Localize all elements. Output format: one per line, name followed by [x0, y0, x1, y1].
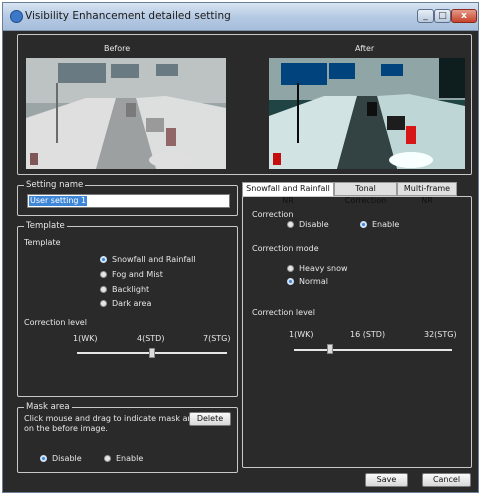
template-group: Template Template Snowfall and Rainfall … — [17, 220, 238, 397]
template-level-slider-thumb[interactable] — [149, 348, 155, 358]
setting-name-input[interactable]: User setting 1 — [27, 194, 230, 208]
heavy-snow-label[interactable]: Heavy snow — [299, 264, 348, 274]
backlight-option-label[interactable]: Backlight — [112, 285, 149, 295]
setting-name-group: Setting name User setting 1 — [17, 179, 238, 216]
dark-area-option-label[interactable]: Dark area — [112, 299, 151, 309]
nr-disable-label[interactable]: Disable — [299, 220, 329, 230]
nr-enable-radio[interactable] — [360, 221, 367, 228]
save-button[interactable]: Save — [365, 473, 408, 487]
template-correction-level-label: Correction level — [24, 318, 87, 327]
nr-enable-label[interactable]: Enable — [372, 220, 399, 230]
title-bar[interactable]: Visibility Enhancement detailed setting … — [3, 3, 478, 31]
setting-name-value: User setting 1 — [29, 196, 88, 206]
preview-panel: Before After — [17, 34, 472, 175]
template-label: Template — [24, 238, 61, 247]
fog-mist-radio[interactable] — [100, 271, 107, 278]
dark-area-radio[interactable] — [100, 300, 107, 307]
minimize-button[interactable]: _ — [417, 9, 434, 23]
nr-tick-min: 1(WK) — [289, 330, 314, 339]
fog-mist-option-label[interactable]: Fog and Mist — [112, 270, 163, 280]
nr-disable-radio[interactable] — [287, 221, 294, 228]
window-title: Visibility Enhancement detailed setting — [25, 10, 231, 22]
tab-tonal-correction[interactable]: Tonal Correction — [334, 182, 397, 205]
app-icon — [10, 10, 23, 23]
snowfall-rainfall-option-label[interactable]: Snowfall and Rainfall — [112, 255, 196, 265]
close-button[interactable]: x — [451, 9, 477, 23]
mask-instruction-line-1: Click mouse and drag to indicate mask ar… — [24, 414, 201, 423]
nr-tick-max: 32(STG) — [424, 330, 457, 339]
template-tick-mid: 4(STD) — [137, 334, 165, 343]
after-image — [269, 58, 465, 169]
after-label: After — [355, 44, 375, 53]
nr-settings-panel: Correction Disable Enable Correction mod… — [242, 196, 472, 468]
template-tick-min: 1(WK) — [73, 334, 98, 343]
before-scene-graphic — [26, 58, 226, 169]
nr-level-label: Correction level — [252, 308, 315, 317]
mask-area-group: Mask area Click mouse and drag to indica… — [17, 401, 238, 473]
heavy-snow-radio[interactable] — [287, 265, 294, 272]
normal-radio[interactable] — [287, 278, 294, 285]
mask-disable-label[interactable]: Disable — [52, 454, 82, 464]
mask-enable-label[interactable]: Enable — [116, 454, 143, 464]
nr-correction-label: Correction — [252, 210, 294, 219]
before-image[interactable] — [26, 58, 226, 169]
mask-disable-radio[interactable] — [40, 455, 47, 462]
template-tick-max: 7(STG) — [203, 334, 231, 343]
mask-instruction-line-2: on the before image. — [24, 424, 108, 433]
normal-label[interactable]: Normal — [299, 277, 328, 287]
nr-mode-label: Correction mode — [252, 244, 319, 253]
nr-tick-mid: 16 (STD) — [350, 330, 386, 339]
setting-name-legend: Setting name — [24, 179, 86, 191]
mask-enable-radio[interactable] — [104, 455, 111, 462]
dialog-window: Visibility Enhancement detailed setting … — [2, 2, 479, 493]
cancel-button[interactable]: Cancel — [422, 473, 471, 487]
tab-multi-frame-nr[interactable]: Multi-frame NR — [397, 182, 457, 205]
nr-level-slider-thumb[interactable] — [327, 344, 333, 354]
delete-button[interactable]: Delete — [189, 412, 231, 426]
backlight-radio[interactable] — [100, 286, 107, 293]
after-scene-graphic — [269, 58, 465, 169]
tab-snowfall-rainfall-nr[interactable]: Snowfall and Rainfall NR — [242, 182, 334, 205]
nr-level-slider-track[interactable] — [294, 349, 452, 351]
template-legend: Template — [24, 220, 67, 232]
before-label: Before — [104, 44, 131, 53]
snowfall-rainfall-radio[interactable] — [100, 256, 107, 263]
maximize-button[interactable]: □ — [434, 9, 451, 23]
mask-area-legend: Mask area — [24, 401, 72, 413]
